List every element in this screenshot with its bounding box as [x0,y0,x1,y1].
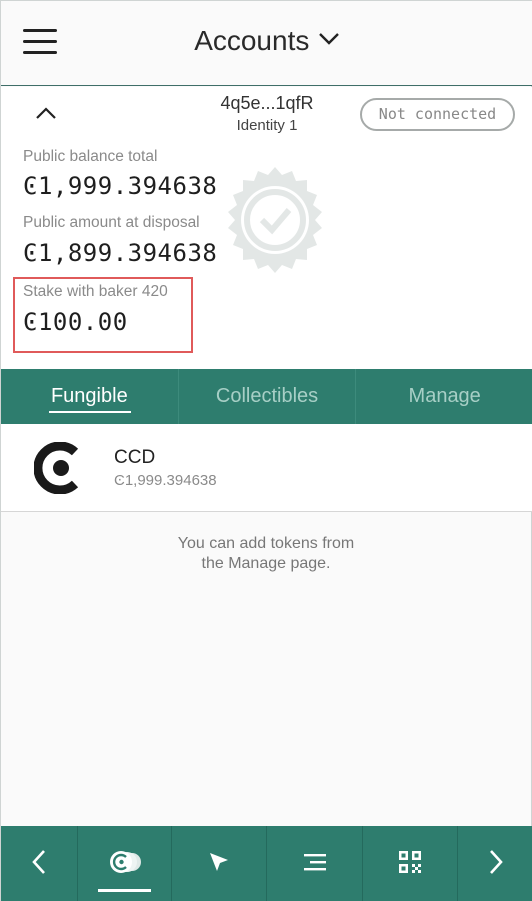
ccd-logo-icon [33,441,86,495]
connection-status-badge[interactable]: Not connected [360,98,515,131]
nav-receive-button[interactable] [363,826,458,901]
chevron-left-icon [31,849,47,880]
nav-tokens-button[interactable] [78,826,172,901]
token-tabs: Fungible Collectibles Manage [1,369,532,424]
tab-label: Collectibles [215,385,319,407]
public-balance-label: Public balance total [23,148,158,165]
note-line: You can add tokens from [177,535,355,552]
token-name: CCD [114,447,156,468]
tab-fungible[interactable]: Fungible [1,369,179,424]
send-icon [208,851,230,878]
account-details: 4q5e...1qfR Identity 1 Not connected Pub… [1,87,532,369]
stake-value: Ͼ100.00 [23,308,128,336]
tokens-icon [108,850,142,879]
nav-send-button[interactable] [172,826,267,901]
nav-transactions-button[interactable] [267,826,363,901]
bottom-nav [1,826,532,901]
nav-next-button[interactable] [458,826,532,901]
at-disposal-label: Public amount at disposal [23,214,200,231]
at-disposal-value: Ͼ1,899.394638 [23,239,218,267]
token-balance: Ͼ1,999.394638 [114,472,217,489]
active-nav-indicator [98,889,151,892]
tab-label: Manage [408,385,481,407]
transaction-log-icon [302,852,328,877]
header: Accounts [1,1,532,86]
list-item[interactable]: CCD Ͼ1,999.394638 [1,424,532,512]
tab-label: Fungible [50,385,128,407]
app-frame: Accounts 4q5e...1qfR Identity 1 Not conn… [0,0,532,901]
tab-manage[interactable]: Manage [356,369,532,424]
tab-collectibles[interactable]: Collectibles [179,369,357,424]
nav-prev-button[interactable] [1,826,78,901]
public-balance-value: Ͼ1,999.394638 [23,172,218,200]
account-selector[interactable]: Accounts [1,25,532,57]
empty-tokens-note: You can add tokens from the Manage page. [1,534,531,574]
qr-code-icon [398,850,422,879]
stake-label: Stake with baker 420 [23,283,168,300]
note-line: the Manage page. [201,555,331,572]
chevron-right-icon [488,849,504,880]
chevron-down-icon [318,32,340,51]
page-title: Accounts [194,25,310,56]
active-tab-indicator [49,411,131,413]
verified-seal-icon [219,165,331,277]
